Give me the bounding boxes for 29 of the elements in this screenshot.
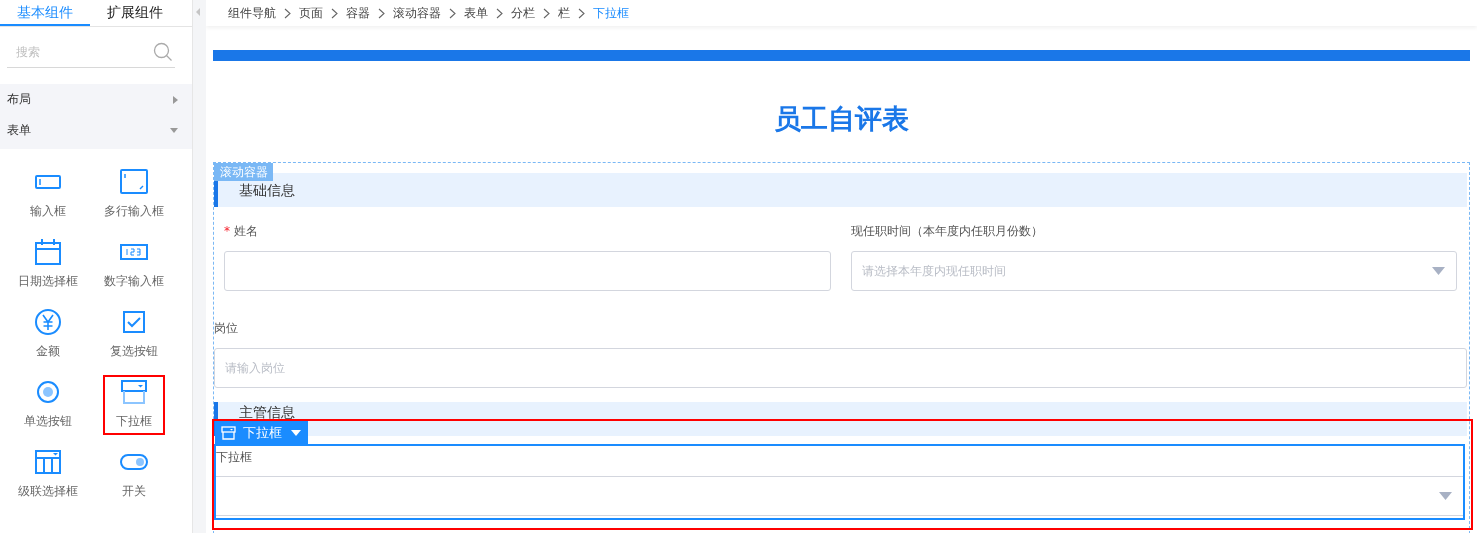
breadcrumb-link[interactable]: 组件导航: [228, 4, 276, 22]
component-item[interactable]: 多行输入框: [103, 165, 165, 225]
breadcrumb-link[interactable]: 页面: [299, 4, 323, 22]
field-label: 岗位: [214, 319, 238, 337]
required-mark: *: [224, 224, 230, 238]
breadcrumb-link[interactable]: 容器: [346, 4, 370, 22]
component-item[interactable]: 级联选择框: [17, 445, 79, 505]
breadcrumb-link[interactable]: 栏: [558, 4, 570, 22]
field-label: 姓名: [234, 222, 258, 240]
field-label: 现任职时间（本年度内任职月份数）: [850, 222, 1043, 240]
component-item[interactable]: 金额: [17, 305, 79, 365]
tab[interactable]: 基本组件: [0, 0, 90, 26]
component-item[interactable]: 日期选择框: [17, 235, 79, 295]
field-label: 下拉框: [216, 448, 252, 466]
breadcrumb-link[interactable]: 表单: [464, 4, 488, 22]
breadcrumb-link[interactable]: 滚动容器: [393, 4, 441, 22]
form-title: 员工自评表: [773, 102, 910, 136]
component-item[interactable]: 数字输入框: [103, 235, 165, 295]
component-item[interactable]: 开关: [103, 445, 165, 505]
component-item[interactable]: 下拉框: [103, 375, 165, 435]
component-toolbar[interactable]: 下拉框: [215, 421, 308, 445]
component-item[interactable]: 复选按钮: [103, 305, 165, 365]
breadcrumb-link[interactable]: 下拉框: [593, 4, 629, 22]
breadcrumb-link[interactable]: 分栏: [511, 4, 535, 22]
category-item[interactable]: 表单: [0, 115, 192, 146]
category-item[interactable]: 布局: [0, 84, 192, 115]
tab[interactable]: 扩展组件: [90, 0, 180, 26]
component-item[interactable]: 输入框: [17, 165, 79, 225]
component-item[interactable]: 单选按钮: [17, 375, 79, 435]
